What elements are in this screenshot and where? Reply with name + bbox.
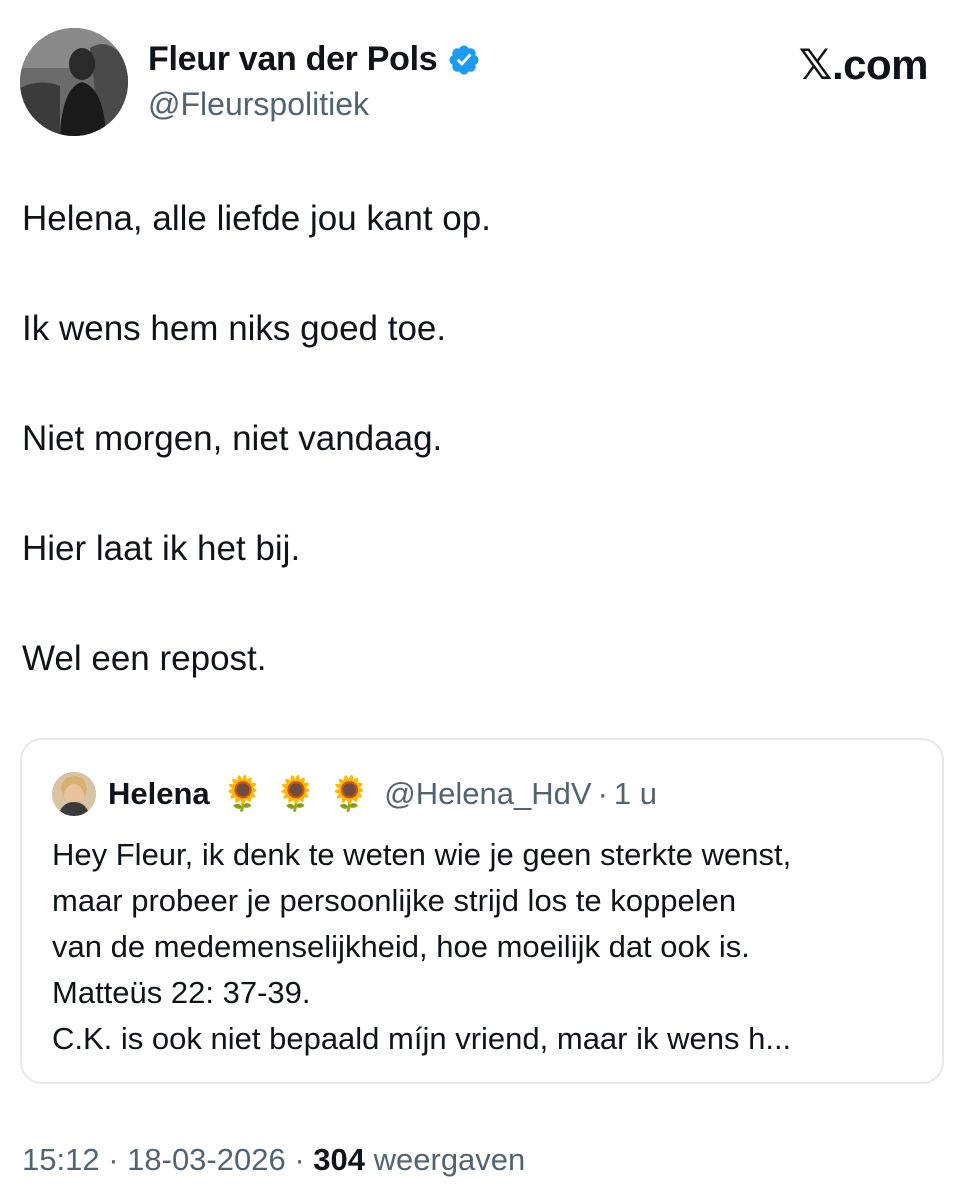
tweet-paragraph: Hier laat ik het bij. — [22, 529, 301, 568]
views-count: 304 — [313, 1142, 366, 1177]
author-display-name[interactable]: Fleur van der Pols — [148, 40, 438, 79]
views-label: weergaven — [365, 1142, 526, 1177]
tweet-header: Fleur van der Pols @Fleurspolitiek 𝕏.com — [0, 0, 966, 160]
verified-badge-icon — [449, 44, 479, 75]
tweet-paragraph: Helena, alle liefde jou kant op. — [22, 199, 491, 238]
tweet-paragraph: Wel een repost. — [22, 639, 267, 678]
quoted-text-line: maar probeer je persoonlijke strijd los … — [52, 883, 737, 918]
tweet-date[interactable]: 18-03-2026 — [127, 1142, 286, 1177]
quoted-author-name[interactable]: Helena — [108, 776, 210, 812]
quoted-tweet-card[interactable]: Helena 🌻 🌻 🌻 @Helena_HdV · 1 u Hey Fleur… — [20, 738, 944, 1084]
author-handle[interactable]: @Fleurspolitiek — [148, 86, 369, 123]
quoted-tweet-text: Hey Fleur, ik denk te weten wie je geen … — [52, 832, 922, 1062]
profile-photo — [52, 772, 96, 816]
tweet-text: Helena, alle liefde jou kant op. Ik wens… — [22, 196, 942, 746]
tweet-meta: 15:12 · 18-03-2026 · 304 weergaven — [22, 1142, 525, 1178]
author-name-row: Fleur van der Pols — [148, 40, 481, 79]
quoted-tweet-header: Helena 🌻 🌻 🌻 @Helena_HdV · 1 u — [52, 770, 657, 818]
quoted-author-handle[interactable]: @Helena_HdV — [384, 776, 591, 812]
tweet-paragraph: Niet morgen, niet vandaag. — [22, 419, 443, 458]
sunflower-emojis: 🌻 🌻 🌻 — [221, 774, 371, 814]
quoted-text-line: Hey Fleur, ik denk te weten wie je geen … — [52, 837, 792, 872]
tweet-paragraph: Ik wens hem niks goed toe. — [22, 309, 447, 348]
tweet-time[interactable]: 15:12 — [22, 1142, 100, 1177]
quoted-text-line: C.K. is ook niet bepaald míjn vriend, ma… — [52, 1021, 792, 1056]
author-avatar[interactable] — [20, 28, 128, 136]
quoted-text-line: van de medemenselijkheid, hoe moeilijk d… — [52, 929, 750, 964]
meta-separator: · — [99, 1142, 128, 1177]
x-com-logo: 𝕏.com — [798, 41, 929, 88]
quoted-author-avatar[interactable] — [52, 772, 96, 816]
quoted-text-line: Matteüs 22: 37-39. — [52, 975, 311, 1010]
separator-dot: · — [597, 776, 608, 811]
profile-photo — [20, 28, 128, 136]
meta-separator: · — [285, 1142, 314, 1177]
quoted-timestamp[interactable]: 1 u — [614, 776, 657, 812]
